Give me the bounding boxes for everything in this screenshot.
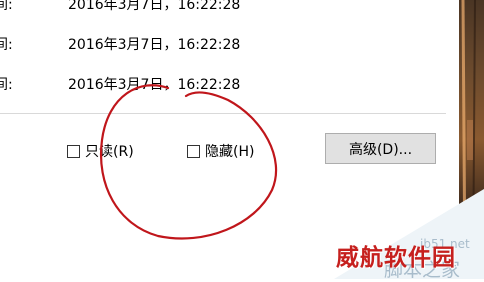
hidden-checkbox-label: 隐藏(H)	[205, 144, 255, 160]
checkbox-unchecked-icon[interactable]	[67, 144, 80, 158]
timestamp-label-modified: 时间:	[0, 37, 13, 53]
timestamp-value-accessed: 2016年3月7日，16:22:28	[68, 77, 241, 93]
watermark-brand: 威航软件园	[336, 244, 456, 271]
timestamp-label-created: 时间:	[0, 0, 13, 13]
timestamp-value-created: 2016年3月7日，16:22:28	[68, 0, 241, 13]
readonly-checkbox-label: 只读(R)	[85, 144, 134, 160]
advanced-button[interactable]: 高级(D)...	[325, 133, 436, 164]
section-divider	[0, 113, 446, 114]
hidden-checkbox[interactable]: 隐藏(H)	[187, 141, 254, 161]
timestamp-value-modified: 2016年3月7日，16:22:28	[68, 37, 241, 53]
readonly-checkbox[interactable]: 只读(R)	[67, 141, 134, 161]
checkbox-unchecked-icon[interactable]	[187, 144, 200, 158]
timestamp-label-accessed: 时间:	[0, 77, 13, 93]
